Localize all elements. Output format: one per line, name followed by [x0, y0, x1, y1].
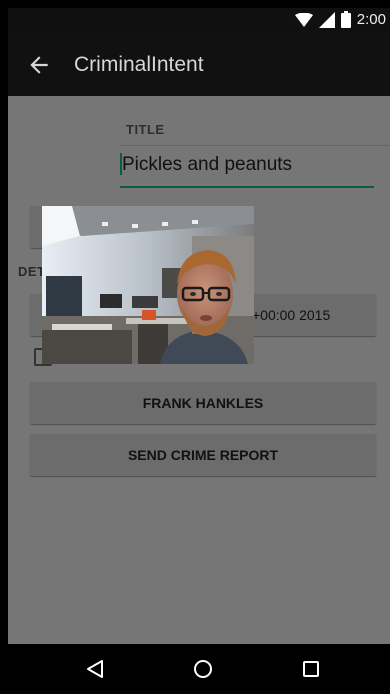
circle-home-icon[interactable] [192, 658, 214, 680]
app-toolbar: CriminalIntent [8, 34, 390, 96]
battery-icon [340, 11, 351, 28]
wifi-icon [294, 12, 313, 27]
status-icons: 2:00 [294, 11, 386, 28]
title-label: TITLE [126, 122, 165, 137]
signal-icon [318, 11, 335, 28]
title-input[interactable]: Pickles and peanuts [120, 146, 374, 188]
app-title: CriminalIntent [74, 53, 204, 76]
arrow-left-icon[interactable] [26, 52, 52, 78]
status-bar: 2:00 [8, 8, 390, 34]
send-report-button[interactable]: SEND CRIME REPORT [30, 434, 376, 476]
suspect-button[interactable]: FRANK HANKLES [30, 382, 376, 424]
clock-time: 2:00 [356, 11, 386, 28]
triangle-back-icon[interactable] [84, 658, 106, 680]
device-screen: 2:00 CriminalIntent TITLE Pickles and pe… [8, 8, 390, 694]
date-button-label: +00:00 2015 [252, 307, 331, 323]
crime-detail-content: TITLE Pickles and peanuts DET +00:00 201… [8, 96, 390, 644]
crime-photo [42, 206, 254, 364]
title-input-value: Pickles and peanuts [122, 154, 293, 175]
square-recents-icon[interactable] [300, 658, 322, 680]
navigation-bar [8, 644, 390, 694]
